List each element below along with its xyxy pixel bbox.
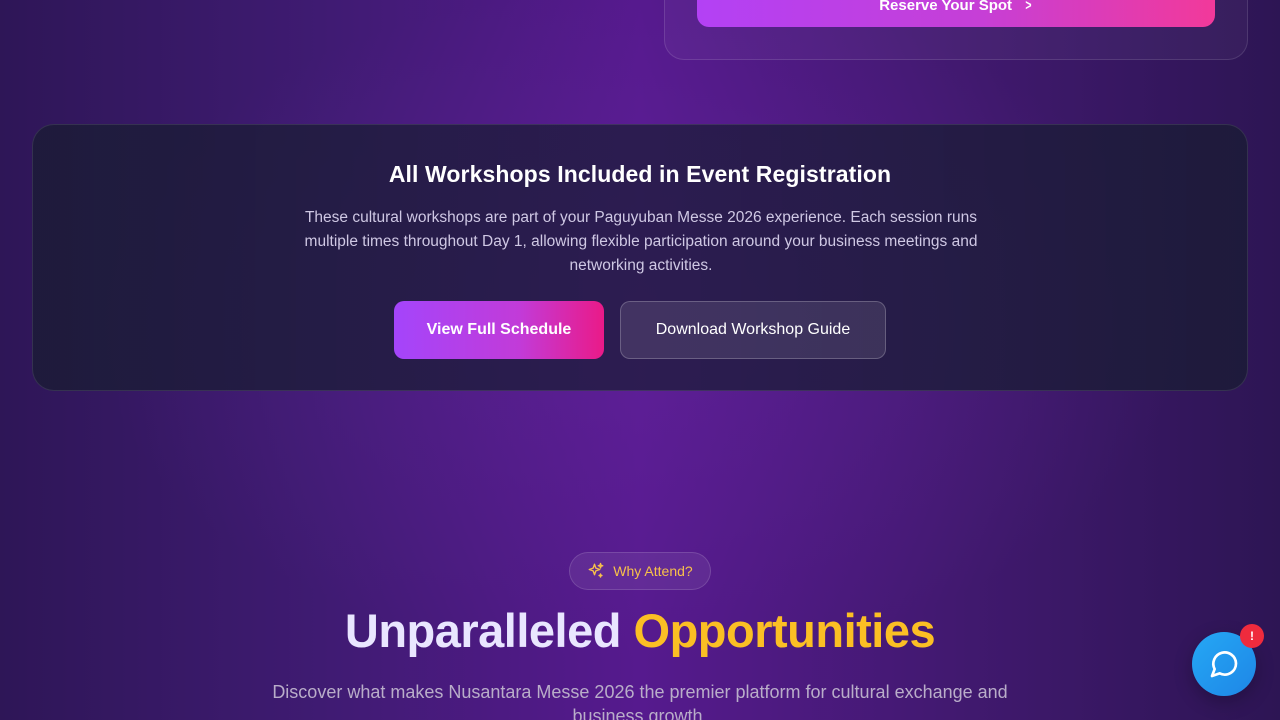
section-headline: Unparalleled Opportunities [0,603,1280,658]
headline-part-2: Opportunities [633,604,936,657]
workshops-description: These cultural workshops are part of you… [304,209,978,274]
chevron-right-icon: > [1025,0,1032,14]
workshops-registration-card: All Workshops Included in Event Registra… [32,124,1248,391]
workshops-title: All Workshops Included in Event Registra… [388,161,892,187]
workshops-actions: View Full Schedule Download Workshop Gui… [33,301,1247,359]
why-attend-badge: Why Attend? [569,552,711,590]
chat-bubble-icon [1210,651,1238,678]
sparkles-icon [588,562,604,578]
headline-part-1: Unparalleled [344,604,622,657]
reserve-spot-button[interactable]: Reserve Your Spot > [697,0,1215,27]
why-attend-label: Why Attend? [613,563,693,579]
chat-notification-badge: ! [1240,624,1264,648]
download-workshop-guide-button[interactable]: Download Workshop Guide [620,301,886,359]
view-full-schedule-button[interactable]: View Full Schedule [394,301,604,359]
reserve-spot-label: Reserve Your Spot [879,0,1013,14]
section-subtitle: Discover what makes Nusantara Messe 2026… [272,682,1008,720]
